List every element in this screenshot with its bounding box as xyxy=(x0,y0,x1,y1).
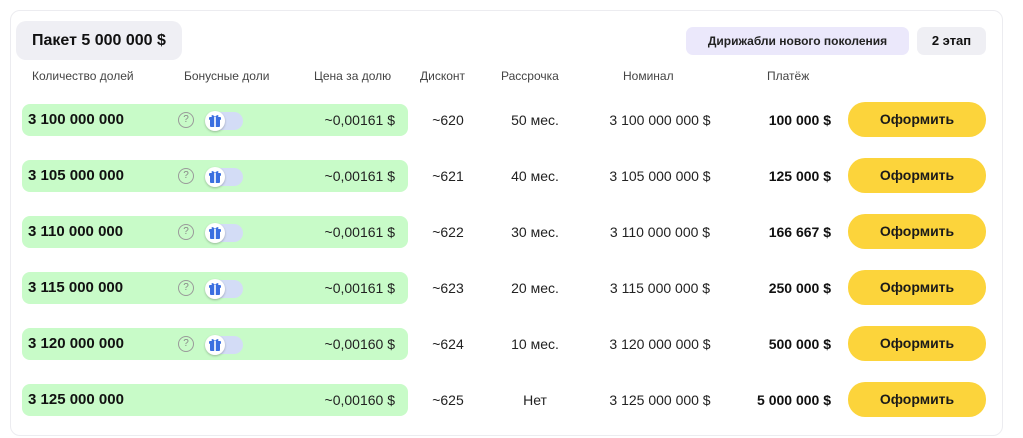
gift-icon xyxy=(209,283,221,295)
nominal-value: 3 115 000 000 $ xyxy=(609,280,711,296)
installment-value: 40 мес. xyxy=(511,168,559,184)
nominal-value: 3 105 000 000 $ xyxy=(609,168,711,184)
gift-icon xyxy=(209,171,221,183)
shares-count: 3 100 000 000 xyxy=(28,111,124,128)
toggle-knob xyxy=(205,223,225,243)
gift-icon xyxy=(209,339,221,351)
payment-value: 250 000 $ xyxy=(768,280,831,296)
checkout-button[interactable]: Оформить xyxy=(848,102,986,137)
bonus-shares-toggle[interactable] xyxy=(205,335,243,355)
discount-value: ~621 xyxy=(432,168,464,184)
checkout-button[interactable]: Оформить xyxy=(848,270,986,305)
shares-count: 3 110 000 000 xyxy=(28,223,124,240)
payment-value: 500 000 $ xyxy=(768,336,831,352)
installment-value: 20 мес. xyxy=(511,280,559,296)
nominal-value: 3 120 000 000 $ xyxy=(609,336,711,352)
payment-value: 100 000 $ xyxy=(768,112,831,128)
shares-count: 3 120 000 000 xyxy=(28,335,124,352)
bonus-shares-toggle[interactable] xyxy=(205,223,243,243)
installment-value: 50 мес. xyxy=(511,112,559,128)
nominal-value: 3 100 000 000 $ xyxy=(609,112,711,128)
gift-icon xyxy=(209,227,221,239)
installment-value: Нет xyxy=(523,392,547,408)
help-icon[interactable]: ? xyxy=(178,336,194,352)
column-header-bonus: Бонусные доли xyxy=(184,69,270,83)
toggle-knob xyxy=(205,335,225,355)
column-header-payment: Платёж xyxy=(767,69,810,83)
shares-count: 3 105 000 000 xyxy=(28,167,124,184)
toggle-knob xyxy=(205,111,225,131)
column-header-price: Цена за долю xyxy=(314,69,392,83)
discount-value: ~620 xyxy=(432,112,464,128)
bonus-shares-toggle[interactable] xyxy=(205,111,243,131)
payment-value: 125 000 $ xyxy=(768,168,831,184)
help-icon[interactable]: ? xyxy=(178,168,194,184)
price-per-share: ~0,00161 $ xyxy=(324,280,395,296)
stage-tag: 2 этап xyxy=(917,27,986,55)
checkout-button[interactable]: Оформить xyxy=(848,382,986,417)
shares-count: 3 115 000 000 xyxy=(28,279,124,296)
column-header-shares: Количество долей xyxy=(32,69,134,83)
payment-value: 166 667 $ xyxy=(768,224,831,240)
bonus-shares-toggle[interactable] xyxy=(205,167,243,187)
table-row: 3 110 000 000? ~0,00161 $ ~622 30 мес. 3 110… xyxy=(0,214,1023,252)
checkout-button[interactable]: Оформить xyxy=(848,326,986,361)
price-per-share: ~0,00161 $ xyxy=(324,224,395,240)
discount-value: ~623 xyxy=(432,280,464,296)
toggle-knob xyxy=(205,279,225,299)
table-row: 3 120 000 000? ~0,00160 $ ~624 10 мес. 3 120… xyxy=(0,326,1023,364)
column-header-discount: Дисконт xyxy=(420,69,466,83)
checkout-button[interactable]: Оформить xyxy=(848,158,986,193)
project-tag: Дирижабли нового поколения xyxy=(686,27,909,55)
discount-value: ~624 xyxy=(432,336,464,352)
nominal-value: 3 125 000 000 $ xyxy=(609,392,711,408)
table-row: 3 125 000 000 ~0,00160 $ ~625 Нет 3 125 000 … xyxy=(0,382,1023,420)
price-per-share: ~0,00161 $ xyxy=(324,168,395,184)
column-header-installment: Рассрочка xyxy=(501,69,559,83)
installment-value: 30 мес. xyxy=(511,224,559,240)
discount-value: ~625 xyxy=(432,392,464,408)
shares-count: 3 125 000 000 xyxy=(28,391,124,408)
nominal-value: 3 110 000 000 $ xyxy=(609,224,711,240)
toggle-knob xyxy=(205,167,225,187)
table-row: 3 115 000 000? ~0,00161 $ ~623 20 мес. 3 115… xyxy=(0,270,1023,308)
help-icon[interactable]: ? xyxy=(178,112,194,128)
price-per-share: ~0,00160 $ xyxy=(324,336,395,352)
table-row: 3 105 000 000? ~0,00161 $ ~621 40 мес. 3 105… xyxy=(0,158,1023,196)
help-icon[interactable]: ? xyxy=(178,224,194,240)
gift-icon xyxy=(209,115,221,127)
checkout-button[interactable]: Оформить xyxy=(848,214,986,249)
discount-value: ~622 xyxy=(432,224,464,240)
installment-value: 10 мес. xyxy=(511,336,559,352)
package-title: Пакет 5 000 000 $ xyxy=(16,21,182,60)
payment-value: 5 000 000 $ xyxy=(757,392,831,408)
price-per-share: ~0,00161 $ xyxy=(324,112,395,128)
help-icon[interactable]: ? xyxy=(178,280,194,296)
column-header-nominal: Номинал xyxy=(623,69,674,83)
table-row: 3 100 000 000? ~0,00161 $ ~620 50 мес. 3 100… xyxy=(0,102,1023,140)
bonus-shares-toggle[interactable] xyxy=(205,279,243,299)
price-per-share: ~0,00160 $ xyxy=(324,392,395,408)
